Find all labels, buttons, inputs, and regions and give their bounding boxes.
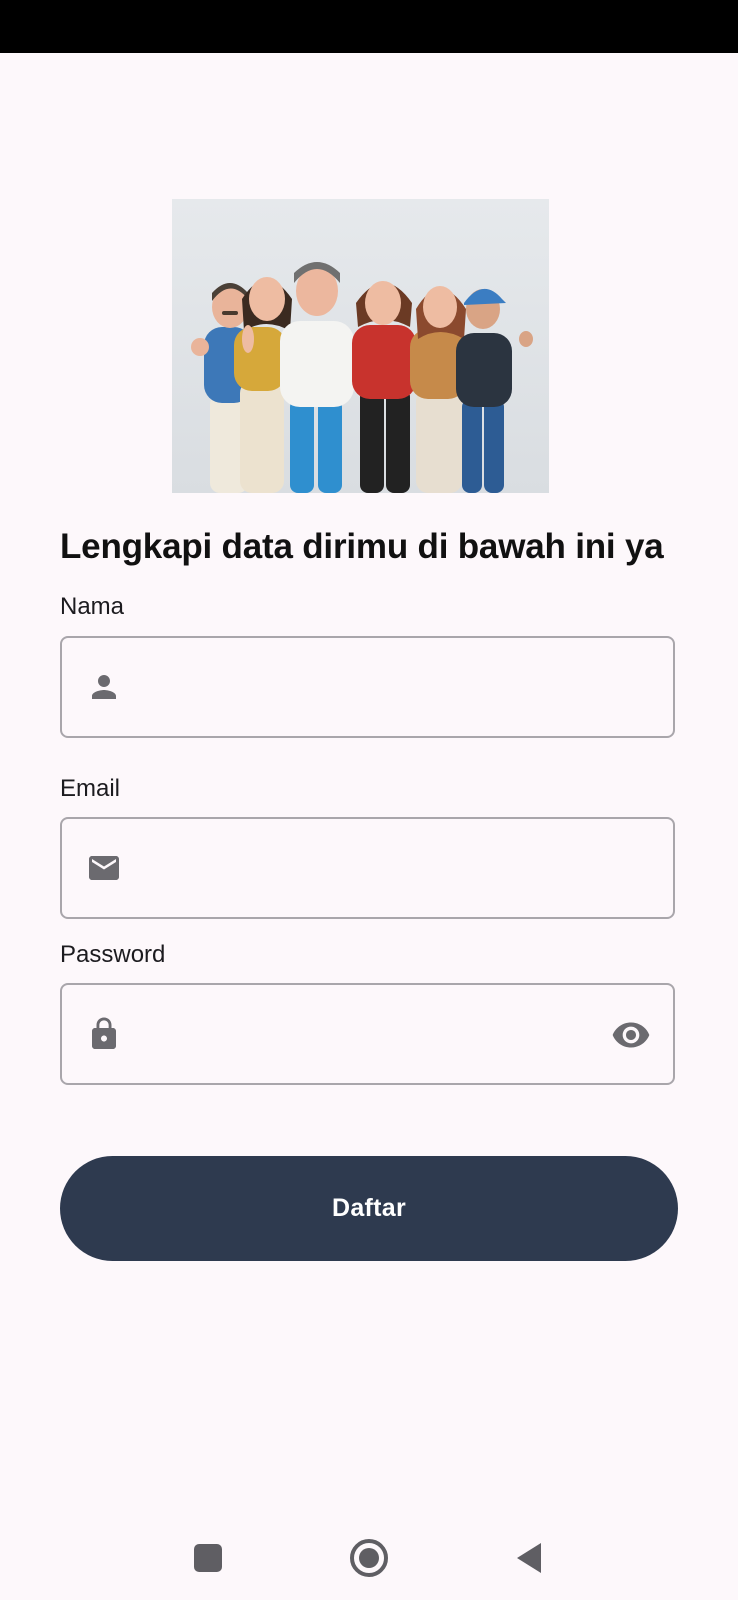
status-bar (0, 0, 738, 53)
register-button[interactable]: Daftar (60, 1156, 678, 1261)
password-label: Password (60, 941, 166, 968)
password-field[interactable] (60, 983, 675, 1085)
email-input[interactable] (142, 819, 596, 919)
mail-icon (89, 856, 119, 880)
password-input[interactable] (142, 985, 596, 1085)
name-input[interactable] (142, 638, 596, 738)
home-icon[interactable] (349, 1538, 389, 1578)
name-field[interactable] (60, 636, 675, 738)
page-title: Lengkapi data dirimu di bawah ini ya (60, 527, 664, 566)
person-icon (92, 675, 116, 699)
email-label: Email (60, 775, 121, 802)
system-nav-bar (0, 1514, 738, 1600)
hero-illustration (172, 199, 549, 493)
eye-icon[interactable] (611, 1015, 651, 1055)
back-icon[interactable] (515, 1541, 543, 1575)
recents-icon[interactable] (193, 1543, 223, 1573)
email-field[interactable] (60, 817, 675, 919)
name-label: Nama (60, 593, 125, 620)
lock-icon (92, 1017, 116, 1049)
